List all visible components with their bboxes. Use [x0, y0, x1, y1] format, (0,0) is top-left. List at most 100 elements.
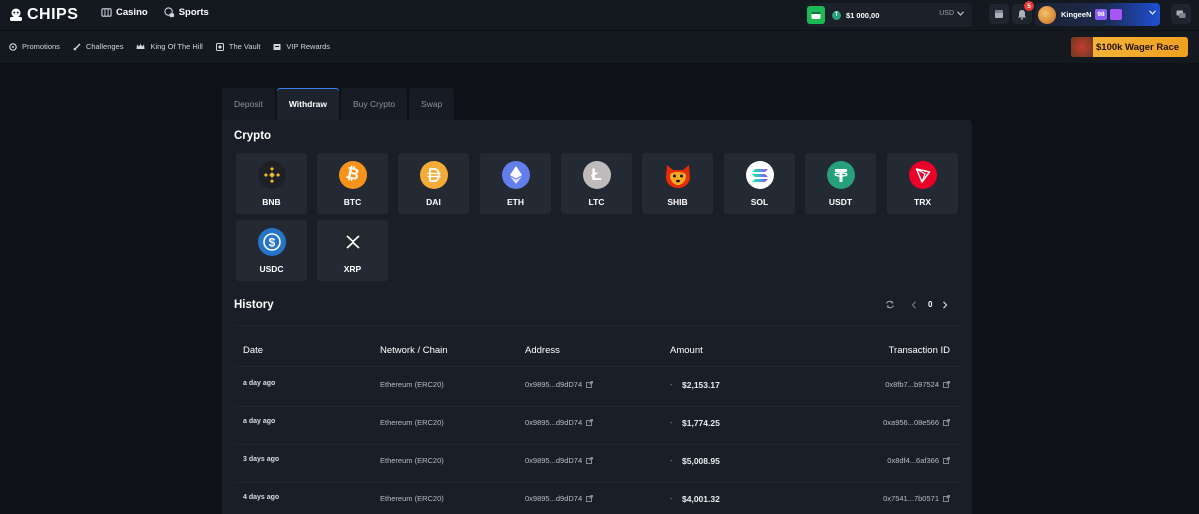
subnav-vip-label: VIP Rewards — [286, 42, 331, 51]
chat-button[interactable] — [1171, 4, 1191, 24]
currency-select[interactable]: USD — [939, 10, 964, 17]
dai-icon — [419, 161, 448, 189]
history-toolbar: 0 — [885, 300, 948, 309]
avatar — [1038, 5, 1056, 24]
external-link-icon — [943, 495, 950, 502]
tab-swap[interactable]: Swap — [409, 88, 455, 120]
username: KingeeN — [1061, 10, 1092, 19]
currency-label: USD — [939, 10, 954, 17]
row-sign: - — [670, 494, 673, 503]
external-link-icon — [586, 457, 594, 464]
history-title: History — [234, 299, 274, 311]
row-txid: 0x8df4...6af366 — [887, 456, 939, 465]
coin-xrp[interactable]: XRP — [317, 220, 388, 281]
external-link-icon — [943, 457, 950, 464]
chips-logo-icon — [10, 8, 22, 21]
row-txid-link[interactable]: 0x7541...7b0571 — [883, 494, 950, 503]
tab-buy-crypto[interactable]: Buy Crypto — [341, 88, 408, 120]
subnav-vip-rewards[interactable]: VIP Rewards — [273, 42, 330, 51]
coin-trx[interactable]: TRX — [887, 153, 958, 214]
subnav-vault-label: The Vault — [228, 42, 261, 51]
wallet-box[interactable]: T $1 000,00 USD — [806, 3, 972, 27]
eth-icon — [501, 161, 530, 189]
coin-label: USDT — [828, 197, 853, 207]
row-address-link[interactable]: 0x9895...d9dD74 — [525, 494, 594, 503]
wallet-button[interactable] — [807, 6, 825, 24]
coin-dai[interactable]: DAI — [398, 153, 469, 214]
usdc-icon: $ — [257, 228, 286, 256]
chat-icon — [1176, 10, 1186, 18]
chevron-down-icon — [1149, 10, 1156, 15]
wager-race-image — [1071, 37, 1093, 57]
col-txid: Transaction ID — [888, 345, 950, 356]
row-txid: 0x8fb7...b97524 — [885, 380, 939, 389]
coin-label: BTC — [343, 197, 362, 207]
external-link-icon — [943, 419, 950, 426]
external-link-icon — [586, 381, 594, 388]
row-network: Ethereum (ERC20) — [380, 380, 444, 389]
coin-label: DAI — [426, 197, 441, 207]
coin-label: SHIB — [667, 197, 688, 207]
external-link-icon — [943, 381, 950, 388]
row-address: 0x9895...d9dD74 — [525, 380, 583, 389]
crypto-title: Crypto — [234, 130, 272, 142]
row-sign: - — [670, 380, 673, 389]
row-address-link[interactable]: 0x9895...d9dD74 — [525, 418, 594, 427]
brand-logo[interactable]: CHIPS — [8, 6, 78, 24]
coin-label: LTC — [588, 197, 605, 207]
xrp-icon — [338, 228, 367, 256]
subnav-vault[interactable]: The Vault — [215, 42, 261, 51]
row-address-link[interactable]: 0x9895...d9dD74 — [525, 380, 594, 389]
notifications-button[interactable]: 5 — [1012, 1, 1034, 24]
tab-withdraw[interactable]: Withdraw — [276, 88, 339, 120]
row-network: Ethereum (ERC20) — [380, 418, 444, 427]
subnav-king-of-the-hill[interactable]: King Of The Hill — [136, 42, 203, 51]
table-row: 3 days ago Ethereum (ERC20) 0x9895...d9d… — [222, 456, 972, 472]
col-date: Date — [243, 345, 264, 356]
row-txid-link[interactable]: 0xa956...08e566 — [883, 418, 950, 427]
row-network: Ethereum (ERC20) — [380, 456, 444, 465]
wallet-balance: $1 000,00 — [846, 10, 880, 20]
row-date: 4 days ago — [243, 494, 280, 501]
wallet-tabs: Deposit Withdraw Buy Crypto Swap — [222, 88, 456, 120]
coin-bnb[interactable]: BNB — [236, 153, 307, 214]
coin-usdc[interactable]: $ USDC — [236, 220, 307, 281]
usdt-coin-icon: T — [832, 10, 841, 20]
row-date: a day ago — [243, 380, 276, 387]
nav-sports-label: Sports — [178, 7, 209, 18]
row-address: 0x9895...d9dD74 — [525, 494, 583, 503]
row-address: 0x9895...d9dD74 — [525, 456, 583, 465]
wager-race-banner[interactable]: $100k Wager Race — [1071, 37, 1188, 57]
rakeback-button[interactable] — [989, 4, 1009, 24]
row-address-link[interactable]: 0x9895...d9dD74 — [525, 456, 594, 465]
coin-label: USDC — [259, 264, 284, 274]
svg-text:$: $ — [268, 236, 275, 250]
coin-sol[interactable]: SOL — [724, 153, 795, 214]
table-row: 4 days ago Ethereum (ERC20) 0x9895...d9d… — [222, 494, 972, 510]
withdraw-panel: Crypto BNB ₿ BTC DAI ETH Ł LTC SHIB SOL … — [222, 120, 972, 514]
row-txid-link[interactable]: 0x8df4...6af366 — [887, 456, 950, 465]
subnav-challenges-label: Challenges — [85, 42, 124, 51]
trx-icon — [908, 161, 937, 189]
coin-eth[interactable]: ETH — [480, 153, 551, 214]
coin-usdt[interactable]: USDT — [805, 153, 876, 214]
page-number: 0 — [928, 300, 933, 309]
user-menu[interactable]: KingeeN 98 — [1035, 3, 1160, 26]
coin-shib[interactable]: SHIB — [642, 153, 713, 214]
subnav-challenges[interactable]: Challenges — [73, 42, 124, 51]
coin-ltc[interactable]: Ł LTC — [561, 153, 632, 214]
chevron-left-icon[interactable] — [911, 300, 917, 309]
chest-icon — [995, 10, 1003, 18]
coin-label: ETH — [507, 197, 524, 207]
subnav-promotions[interactable]: Promotions — [9, 42, 60, 51]
nav-sports[interactable]: Sports — [164, 7, 209, 18]
row-divider — [233, 482, 961, 483]
tab-deposit[interactable]: Deposit — [222, 88, 275, 120]
coin-btc[interactable]: ₿ BTC — [317, 153, 388, 214]
nav-casino[interactable]: Casino — [101, 7, 148, 18]
row-amount: $5,008.95 — [682, 456, 720, 466]
row-txid-link[interactable]: 0x8fb7...b97524 — [885, 380, 950, 389]
sub-nav: Promotions Challenges King Of The Hill T… — [0, 31, 1199, 63]
chevron-right-icon[interactable] — [942, 300, 948, 309]
refresh-icon[interactable] — [885, 300, 895, 309]
